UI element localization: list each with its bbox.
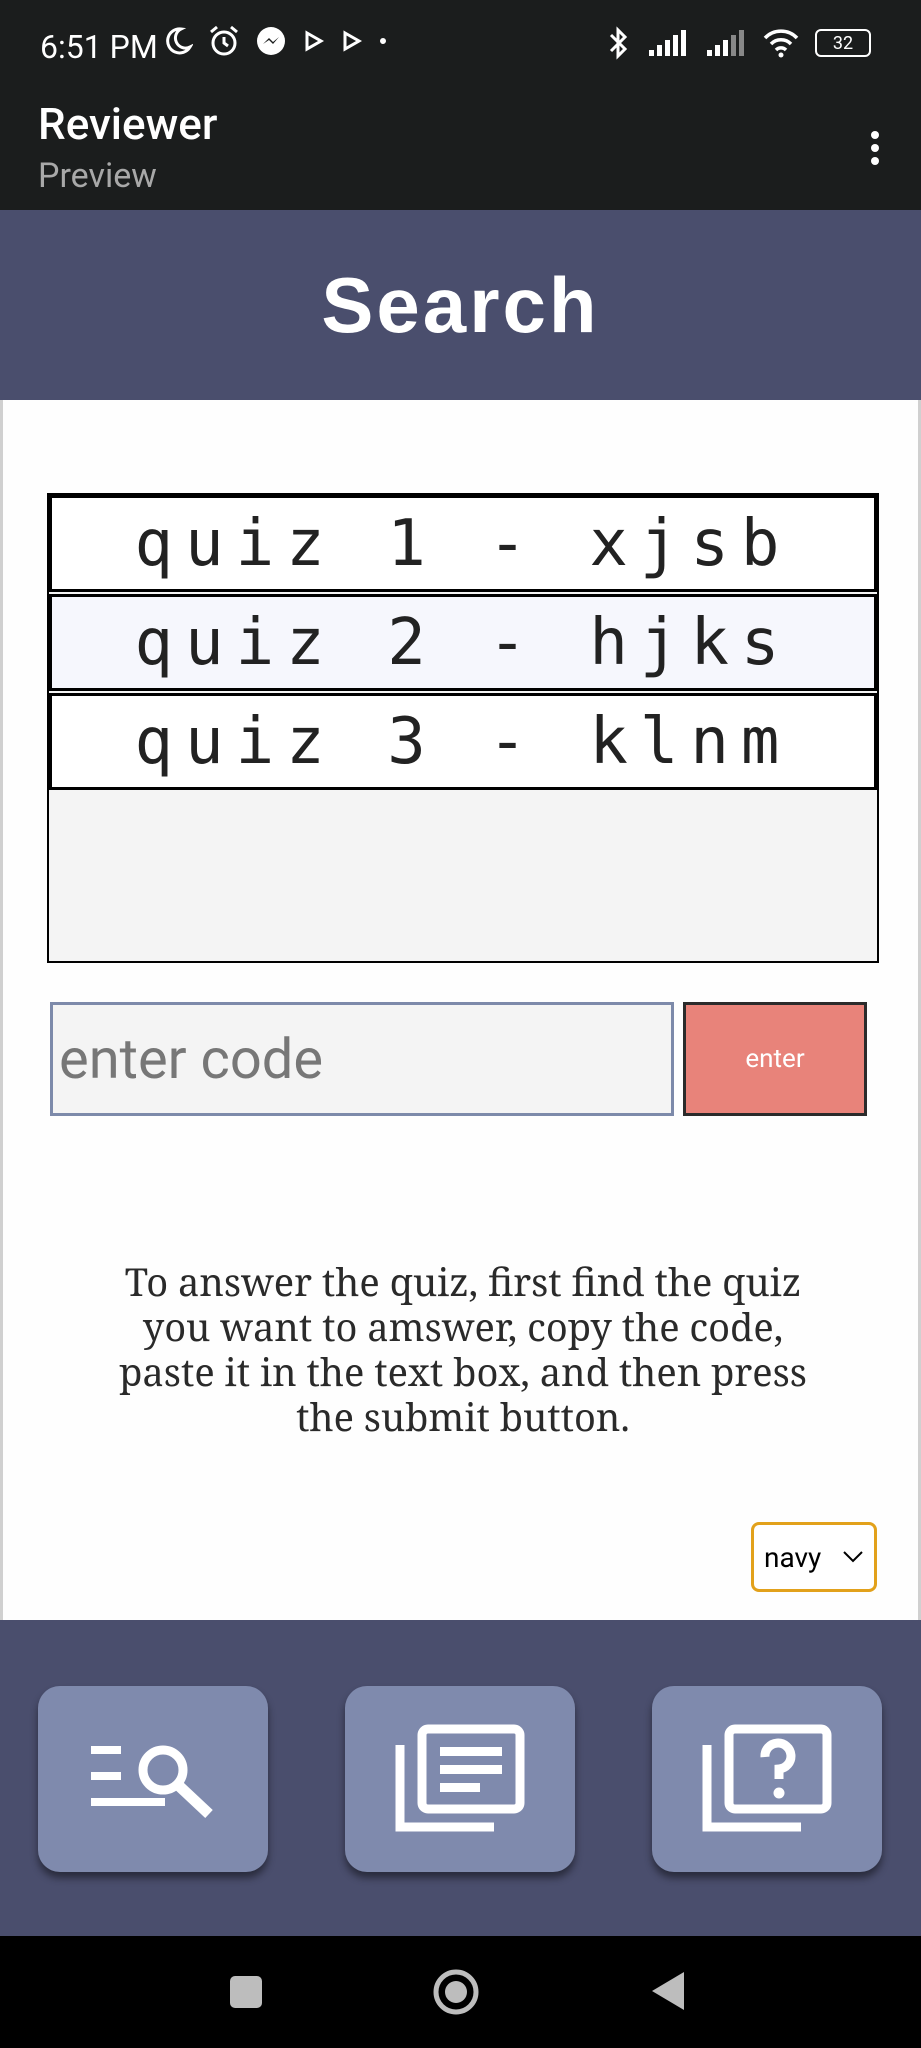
signal-icon — [649, 30, 686, 56]
document-stack-icon — [395, 1724, 525, 1832]
messenger-icon — [257, 27, 285, 55]
wifi-icon — [763, 29, 799, 58]
play-icon — [305, 30, 325, 52]
page-header: Search — [0, 210, 921, 400]
signal-icon — [707, 30, 744, 56]
quiz-nav-button[interactable] — [652, 1686, 882, 1872]
code-input[interactable] — [50, 1002, 674, 1116]
search-nav-button[interactable] — [38, 1686, 268, 1872]
app-subtitle: Preview — [38, 156, 157, 196]
dot-icon — [380, 38, 386, 44]
app-title: Reviewer — [38, 98, 218, 150]
app-bar: Reviewer Preview — [0, 96, 921, 210]
bottom-nav — [0, 1620, 921, 1936]
chevron-down-icon — [843, 1551, 863, 1563]
alarm-icon — [210, 25, 238, 56]
question-stack-icon — [702, 1724, 832, 1832]
main-panel: quiz 1 - xjsb quiz 2 - hjks quiz 3 - kln… — [0, 400, 921, 1620]
list-item[interactable]: quiz 2 - hjks — [49, 594, 877, 691]
status-bar: 6:51 PM 32 — [0, 0, 921, 96]
moon-icon — [166, 27, 193, 55]
enter-button[interactable]: enter — [683, 1002, 867, 1116]
battery-indicator: 32 — [815, 29, 871, 57]
overflow-menu-icon[interactable] — [865, 126, 885, 174]
play-icon — [343, 30, 363, 52]
bluetooth-icon — [609, 26, 628, 60]
documents-nav-button[interactable] — [345, 1686, 575, 1872]
theme-select[interactable]: navy — [751, 1522, 877, 1592]
theme-select-value: navy — [764, 1540, 822, 1574]
page-title: Search — [321, 261, 600, 349]
list-item[interactable]: quiz 1 - xjsb — [49, 495, 877, 592]
system-nav-bar — [0, 1936, 921, 2048]
home-icon[interactable] — [432, 1968, 480, 2016]
instructions-text: To answer the quiz, first find the quiz … — [119, 1256, 807, 1443]
status-time: 6:51 PM — [40, 28, 158, 66]
recents-icon[interactable] — [228, 1974, 264, 2010]
quiz-list[interactable]: quiz 1 - xjsb quiz 2 - hjks quiz 3 - kln… — [47, 493, 879, 963]
list-item[interactable]: quiz 3 - klnm — [49, 693, 877, 790]
back-icon[interactable] — [650, 1970, 686, 2012]
search-list-icon — [91, 1745, 213, 1819]
